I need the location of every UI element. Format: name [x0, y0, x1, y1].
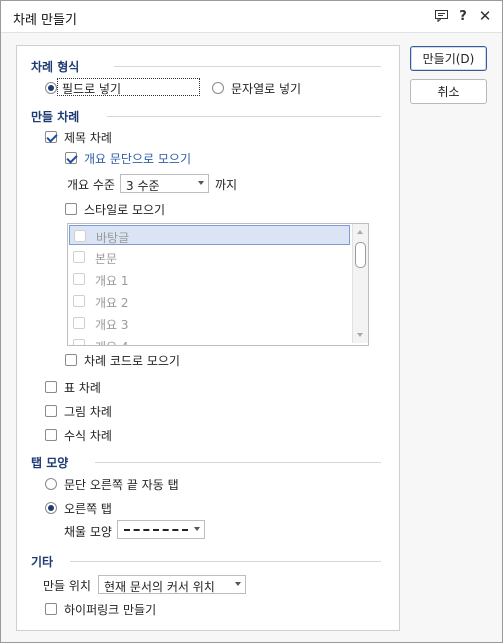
- cancel-button[interactable]: 취소: [410, 79, 487, 104]
- location-label: 만들 위치: [43, 579, 91, 593]
- list-item[interactable]: 바탕글: [69, 225, 350, 245]
- leader-select[interactable]: [117, 520, 205, 539]
- hyperlink-checkbox[interactable]: [45, 603, 57, 615]
- list-item-label: 개요 1: [95, 274, 129, 288]
- list-item-checkbox[interactable]: [73, 273, 85, 285]
- list-item-label: 바탕글: [96, 231, 130, 245]
- radio-string-insert-label: 문자열로 넣기: [231, 82, 302, 96]
- location-select[interactable]: 현재 문서의 커서 위치: [98, 575, 246, 594]
- create-toc-dialog: 차례 만들기 ? ✕ 만들기(D) 취소 차례 형식 필드로 넣기 문자열로 넣…: [0, 0, 503, 643]
- list-item-label: 본문: [95, 252, 118, 266]
- chevron-down-icon: [194, 527, 200, 531]
- chevron-down-icon: [235, 582, 241, 586]
- tab-heading: 탭 모양: [31, 456, 69, 470]
- title-toc-checkbox[interactable]: [45, 131, 57, 143]
- radio-field-insert[interactable]: [45, 82, 57, 94]
- etc-heading: 기타: [31, 555, 54, 569]
- scroll-up-icon[interactable]: [357, 230, 363, 234]
- create-heading: 만들 차례: [31, 110, 80, 124]
- comment-icon[interactable]: [432, 7, 450, 25]
- title-bar: 차례 만들기 ? ✕: [1, 1, 502, 33]
- list-item-checkbox[interactable]: [73, 295, 85, 307]
- table-toc-checkbox[interactable]: [45, 381, 57, 393]
- listbox-scrollbar[interactable]: [352, 224, 368, 343]
- list-item-label: 개요 4: [95, 338, 129, 345]
- list-item[interactable]: 개요 2: [69, 291, 350, 311]
- help-icon[interactable]: ?: [454, 7, 472, 25]
- leader-label: 채울 모양: [64, 525, 112, 539]
- figure-toc-label: 그림 차례: [64, 405, 112, 419]
- code-collect-label: 차례 코드로 모으기: [84, 354, 180, 368]
- dashed-leader-icon: [124, 529, 188, 531]
- divider: [95, 462, 381, 463]
- style-collect-checkbox[interactable]: [65, 203, 77, 215]
- scrollbar-thumb[interactable]: [355, 242, 366, 268]
- divider: [107, 116, 381, 117]
- list-item[interactable]: 개요 1: [69, 269, 350, 289]
- radio-field-insert-label: 필드로 넣기: [62, 82, 122, 96]
- radio-right-tab-label: 오른쪽 탭: [64, 502, 112, 516]
- list-item-checkbox[interactable]: [73, 251, 85, 263]
- window-title: 차례 만들기: [13, 13, 77, 28]
- list-item[interactable]: 본문: [69, 247, 350, 267]
- equation-toc-checkbox[interactable]: [45, 429, 57, 441]
- outline-level-suffix: 까지: [215, 178, 238, 192]
- outline-para-checkbox[interactable]: [65, 152, 77, 164]
- outline-level-label: 개요 수준: [67, 178, 115, 192]
- close-icon[interactable]: ✕: [476, 7, 494, 25]
- radio-auto-tab[interactable]: [45, 478, 57, 490]
- divider: [114, 66, 381, 67]
- equation-toc-label: 수식 차례: [64, 429, 112, 443]
- figure-toc-checkbox[interactable]: [45, 405, 57, 417]
- list-item[interactable]: 개요 4: [69, 335, 350, 345]
- outline-level-select[interactable]: 3 수준: [120, 174, 209, 193]
- style-collect-label: 스타일로 모으기: [84, 203, 166, 217]
- list-item-label: 개요 3: [95, 318, 129, 332]
- hyperlink-label: 하이퍼링크 만들기: [64, 603, 157, 617]
- format-heading: 차례 형식: [31, 60, 80, 74]
- list-item-checkbox[interactable]: [74, 230, 86, 242]
- outline-level-value: 3 수준: [126, 179, 160, 193]
- table-toc-label: 표 차례: [64, 381, 101, 395]
- scroll-down-icon[interactable]: [357, 333, 363, 337]
- list-item-label: 개요 2: [95, 296, 129, 310]
- title-toc-label: 제목 차례: [64, 131, 112, 145]
- radio-auto-tab-label: 문단 오른쪽 끝 자동 탭: [64, 478, 179, 492]
- create-button[interactable]: 만들기(D): [410, 46, 487, 71]
- style-listbox[interactable]: 바탕글 본문 개요 1 개요 2 개요 3 개요 4: [67, 223, 369, 346]
- outline-para-label: 개요 문단으로 모으기: [84, 152, 191, 166]
- radio-string-insert[interactable]: [212, 82, 224, 94]
- chevron-down-icon: [198, 181, 204, 185]
- list-item-checkbox[interactable]: [73, 339, 85, 345]
- code-collect-checkbox[interactable]: [65, 354, 77, 366]
- list-item[interactable]: 개요 3: [69, 313, 350, 333]
- radio-right-tab[interactable]: [45, 502, 57, 514]
- divider: [70, 561, 381, 562]
- list-item-checkbox[interactable]: [73, 317, 85, 329]
- location-value: 현재 문서의 커서 위치: [104, 580, 215, 594]
